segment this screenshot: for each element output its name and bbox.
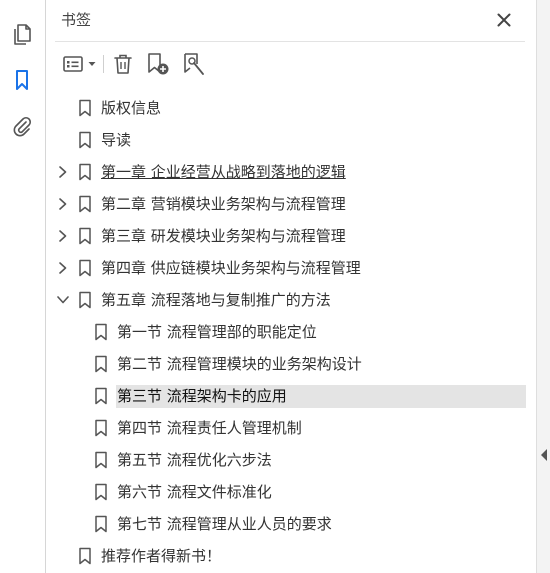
bookmark-label: 第五节 流程优化六步法 bbox=[117, 451, 272, 469]
bookmarks-panel: 书签 版权信息 导读 第一章 企业经营从战略到落地的逻辑 第二章 营销模块业务架… bbox=[46, 0, 536, 573]
bookmark-icon bbox=[94, 323, 108, 341]
bookmark-item[interactable]: 第五章 流程落地与复制推广的方法 bbox=[46, 284, 536, 316]
bookmark-tree: 版权信息导读第一章 企业经营从战略到落地的逻辑 第二章 营销模块业务架构与流程管理… bbox=[46, 92, 536, 572]
chevron-down-icon bbox=[57, 296, 69, 304]
bookmark-item[interactable]: 第四章 供应链模块业务架构与流程管理 bbox=[46, 252, 536, 284]
header-divider bbox=[55, 41, 525, 42]
expand-left-icon bbox=[541, 449, 547, 461]
bookmark-label: 第一章 企业经营从战略到落地的逻辑 bbox=[101, 163, 346, 181]
bookmark-item[interactable]: 推荐作者得新书！ bbox=[46, 540, 536, 572]
expand-toggle[interactable] bbox=[56, 228, 70, 244]
chevron-right-icon bbox=[59, 230, 67, 242]
bookmark-item[interactable]: 第四节 流程责任人管理机制 bbox=[46, 412, 536, 444]
bookmark-icon bbox=[78, 259, 92, 277]
panel-header: 书签 bbox=[46, 0, 536, 42]
attachments-button[interactable] bbox=[8, 112, 36, 140]
bookmark-icon bbox=[78, 291, 92, 309]
new-bookmark-button[interactable] bbox=[144, 50, 172, 78]
bookmark-item[interactable]: 第一节 流程管理部的职能定位 bbox=[46, 316, 536, 348]
bookmark-icon bbox=[78, 99, 92, 117]
bookmark-label: 第七节 流程管理从业人员的要求 bbox=[117, 515, 332, 533]
bookmark-item[interactable]: 第二章 营销模块业务架构与流程管理 bbox=[46, 188, 536, 220]
panel-title: 书签 bbox=[61, 11, 92, 29]
navigation-rail bbox=[0, 0, 46, 573]
bookmark-item[interactable]: 第五节 流程优化六步法 bbox=[46, 444, 536, 476]
bookmark-item[interactable]: 第六节 流程文件标准化 bbox=[46, 476, 536, 508]
bookmark-icon bbox=[94, 387, 108, 405]
bookmark-label: 第三节 流程架构卡的应用 bbox=[117, 387, 287, 405]
toolbar-divider bbox=[103, 55, 104, 73]
chevron-right-icon bbox=[59, 166, 67, 178]
paperclip-icon bbox=[13, 116, 32, 137]
bookmark-label: 第四章 供应链模块业务架构与流程管理 bbox=[101, 259, 361, 277]
page-thumbnails-button[interactable] bbox=[8, 20, 36, 48]
expand-toggle[interactable] bbox=[56, 260, 70, 276]
bookmark-icon bbox=[78, 131, 92, 149]
bookmark-icon bbox=[94, 515, 108, 533]
bookmark-icon bbox=[16, 70, 28, 90]
bookmark-item[interactable]: 第三章 研发模块业务架构与流程管理 bbox=[46, 220, 536, 252]
bookmark-search-icon bbox=[184, 53, 204, 75]
bookmark-label: 第五章 流程落地与复制推广的方法 bbox=[101, 291, 331, 309]
bookmark-icon bbox=[94, 355, 108, 373]
chevron-down-icon bbox=[88, 62, 96, 66]
bookmark-icon bbox=[78, 227, 92, 245]
bookmark-icon bbox=[78, 547, 92, 565]
bookmark-label: 第三章 研发模块业务架构与流程管理 bbox=[101, 227, 346, 245]
bookmark-item[interactable]: 版权信息 bbox=[46, 92, 536, 124]
chevron-right-icon bbox=[59, 262, 67, 274]
expand-toggle[interactable] bbox=[56, 196, 70, 212]
bookmark-label: 第四节 流程责任人管理机制 bbox=[117, 419, 302, 437]
bookmark-label: 版权信息 bbox=[101, 99, 162, 117]
expand-toggle[interactable] bbox=[56, 164, 70, 180]
bookmarks-button[interactable] bbox=[8, 66, 36, 94]
collapse-toggle[interactable] bbox=[56, 292, 70, 308]
bookmark-icon bbox=[94, 451, 108, 469]
bookmarks-window: 书签 版权信息 导读 第一章 企业经营从战略到落地的逻辑 第二章 营销模块业务架… bbox=[0, 0, 550, 573]
find-bookmark-button[interactable] bbox=[180, 50, 208, 78]
bookmark-label: 第二章 营销模块业务架构与流程管理 bbox=[101, 195, 346, 213]
bookmark-icon bbox=[78, 195, 92, 213]
bookmark-label: 第二节 流程管理模块的业务架构设计 bbox=[117, 355, 362, 373]
bookmark-item[interactable]: 第七节 流程管理从业人员的要求 bbox=[46, 508, 536, 540]
bookmark-label: 第六节 流程文件标准化 bbox=[117, 483, 272, 501]
options-menu-button[interactable] bbox=[60, 50, 98, 78]
bookmark-add-icon bbox=[148, 53, 169, 75]
delete-bookmark-button[interactable] bbox=[110, 50, 136, 78]
bookmark-label: 第一节 流程管理部的职能定位 bbox=[117, 323, 317, 341]
bookmark-item[interactable]: 导读 bbox=[46, 124, 536, 156]
bookmark-label: 导读 bbox=[101, 131, 132, 149]
bookmark-icon bbox=[94, 419, 108, 437]
bookmark-label: 推荐作者得新书！ bbox=[101, 547, 222, 565]
right-pane-gutter[interactable] bbox=[536, 0, 550, 573]
bookmark-icon bbox=[94, 483, 108, 501]
chevron-right-icon bbox=[59, 198, 67, 210]
close-panel-button[interactable] bbox=[493, 9, 515, 31]
trash-icon bbox=[114, 54, 132, 74]
bookmark-icon bbox=[78, 163, 92, 181]
bookmarks-toolbar bbox=[46, 46, 536, 82]
close-icon bbox=[497, 13, 511, 27]
bookmark-item[interactable]: 第一章 企业经营从战略到落地的逻辑 bbox=[46, 156, 536, 188]
bookmark-item[interactable]: 第二节 流程管理模块的业务架构设计 bbox=[46, 348, 536, 380]
bookmark-item[interactable]: 第三节 流程架构卡的应用 bbox=[46, 380, 536, 412]
pages-icon bbox=[14, 24, 31, 45]
